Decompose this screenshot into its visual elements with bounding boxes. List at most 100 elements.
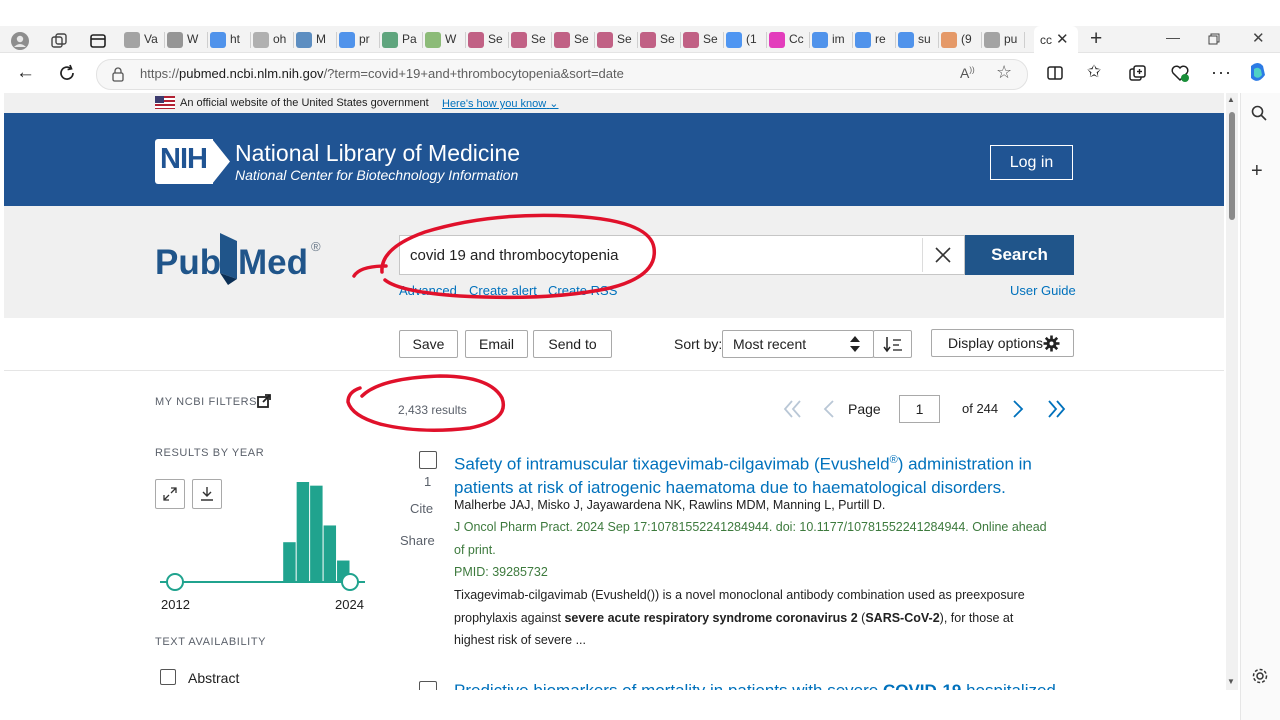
tab-favicon <box>511 32 527 48</box>
scrollbar-thumb[interactable] <box>1229 112 1235 220</box>
nih-badge-text: NIH <box>160 143 208 175</box>
nih-logo-arrow <box>212 139 230 184</box>
year-bar-2020[interactable] <box>283 542 296 582</box>
tab-favicon <box>984 32 1000 48</box>
tab-separator <box>336 32 337 48</box>
sort-order-button[interactable] <box>873 330 912 358</box>
save-button[interactable]: Save <box>399 330 458 358</box>
refresh-icon[interactable] <box>58 64 76 82</box>
journal-line: J Oncol Pharm Pract. 2024 Sep 17:1078155… <box>454 520 1047 534</box>
tab-label[interactable]: Se <box>488 32 503 46</box>
tab-label[interactable]: im <box>832 32 845 46</box>
result-authors: Malherbe JAJ, Misko J, Jayawardena NK, R… <box>454 498 886 512</box>
tab-label[interactable]: M <box>316 32 326 46</box>
tab-label[interactable]: (9 <box>961 32 972 46</box>
first-page-icon[interactable] <box>782 399 804 419</box>
tab-favicon <box>468 32 484 48</box>
result-title-part: ) administration in <box>897 454 1032 474</box>
gov-banner-link[interactable]: Here's how you know ⌄ <box>442 97 559 110</box>
clear-search-icon[interactable] <box>934 246 952 264</box>
share-button[interactable]: Share <box>400 533 435 548</box>
search-button[interactable]: Search <box>965 235 1074 275</box>
external-link-icon[interactable] <box>257 394 271 408</box>
tab-label[interactable]: Va <box>144 32 158 46</box>
result-title-link[interactable]: Safety of intramuscular tixagevimab-cilg… <box>454 449 1074 499</box>
scroll-down-arrow[interactable]: ▼ <box>1227 677 1235 686</box>
pubmed-logo-med: Med <box>238 243 308 282</box>
pubmed-logo[interactable]: Pub <box>155 243 221 283</box>
read-aloud-icon[interactable]: A)) <box>960 65 975 81</box>
favorites-icon[interactable]: ✩ <box>1087 62 1101 82</box>
tab-separator <box>594 32 595 48</box>
tab-label[interactable]: Se <box>703 32 718 46</box>
tab-label[interactable]: Se <box>617 32 632 46</box>
sidebar-settings-icon[interactable] <box>1251 667 1269 685</box>
tab-actions-icon[interactable] <box>89 32 107 50</box>
tab-label[interactable]: Cc <box>789 32 804 46</box>
ncbi-subtitle: National Center for Biotechnology Inform… <box>235 167 519 183</box>
tab-label[interactable]: Pa <box>402 32 417 46</box>
profile-icon[interactable] <box>10 31 30 51</box>
page-total: of 244 <box>962 401 999 416</box>
red-annotation-count <box>346 374 505 432</box>
close-window-icon[interactable]: ✕ <box>1252 29 1265 47</box>
tab-label[interactable]: W <box>445 32 456 46</box>
split-screen-icon[interactable] <box>1046 64 1064 82</box>
tab-label[interactable]: (1 <box>746 32 757 46</box>
restore-icon[interactable] <box>1208 33 1220 45</box>
tab-label[interactable]: pr <box>359 32 370 46</box>
text-availability-label: TEXT AVAILABILITY <box>155 636 267 648</box>
next-page-icon[interactable] <box>1011 399 1025 419</box>
tab-separator <box>379 32 380 48</box>
lock-icon[interactable] <box>111 66 125 82</box>
year-bar-2022[interactable] <box>310 485 323 582</box>
back-icon[interactable]: ← <box>16 62 35 84</box>
nlm-title: National Library of Medicine <box>235 140 521 166</box>
login-button[interactable]: Log in <box>990 145 1073 180</box>
tab-label[interactable]: re <box>875 32 886 46</box>
year-range-start-handle[interactable] <box>166 573 184 591</box>
tab-label[interactable]: ht <box>230 32 240 46</box>
tab-separator <box>766 32 767 48</box>
tab-label[interactable]: pu <box>1004 32 1017 46</box>
email-button[interactable]: Email <box>465 330 528 358</box>
year-bar-2021[interactable] <box>296 482 310 582</box>
tab-label[interactable]: Se <box>574 32 589 46</box>
copilot-icon[interactable] <box>1246 61 1270 85</box>
minimize-icon[interactable]: — <box>1166 29 1180 45</box>
workspaces-icon[interactable] <box>50 32 68 50</box>
select-arrows-icon <box>850 336 860 352</box>
browser-top-strip <box>0 0 1280 24</box>
snippet-highlight: severe acute respiratory syndrome corona… <box>564 610 858 625</box>
tab-label[interactable]: W <box>187 32 198 46</box>
year-range-end-handle[interactable] <box>341 573 359 591</box>
tab-separator <box>637 32 638 48</box>
new-tab-button[interactable]: + <box>1090 27 1102 51</box>
tab-label[interactable]: Se <box>531 32 546 46</box>
tab-label[interactable]: Se <box>660 32 675 46</box>
favorite-star-icon[interactable]: ☆ <box>996 62 1012 83</box>
my-ncbi-filters-label[interactable]: MY NCBI FILTERS <box>155 396 257 408</box>
tab-label[interactable]: su <box>918 32 931 46</box>
tab-label[interactable]: oh <box>273 32 286 46</box>
previous-page-icon[interactable] <box>822 399 836 419</box>
result-title-part: hospitalized <box>961 681 1056 690</box>
cite-button[interactable]: Cite <box>410 501 433 516</box>
collections-icon[interactable] <box>1128 64 1147 82</box>
close-tab-icon[interactable]: ✕ <box>1056 30 1069 48</box>
result-title-link[interactable]: Predictive biomarkers of mortality in pa… <box>454 679 1074 690</box>
results-by-year-chart[interactable] <box>155 475 370 595</box>
browser-essentials-icon[interactable] <box>1170 63 1190 83</box>
result-checkbox[interactable] <box>419 451 437 469</box>
send-to-button[interactable]: Send to <box>533 330 612 358</box>
sidebar-add-icon[interactable]: + <box>1251 160 1263 183</box>
last-page-icon[interactable] <box>1045 399 1067 419</box>
abstract-checkbox[interactable] <box>160 669 176 685</box>
sidebar-search-icon[interactable] <box>1250 104 1268 122</box>
year-bar-2023[interactable] <box>323 525 337 582</box>
page-number-input[interactable]: 1 <box>899 395 940 423</box>
user-guide-link[interactable]: User Guide <box>1010 283 1076 298</box>
scroll-up-arrow[interactable]: ▲ <box>1227 95 1235 104</box>
tab-favicon <box>683 32 699 48</box>
more-menu-icon[interactable]: ··· <box>1211 62 1232 83</box>
